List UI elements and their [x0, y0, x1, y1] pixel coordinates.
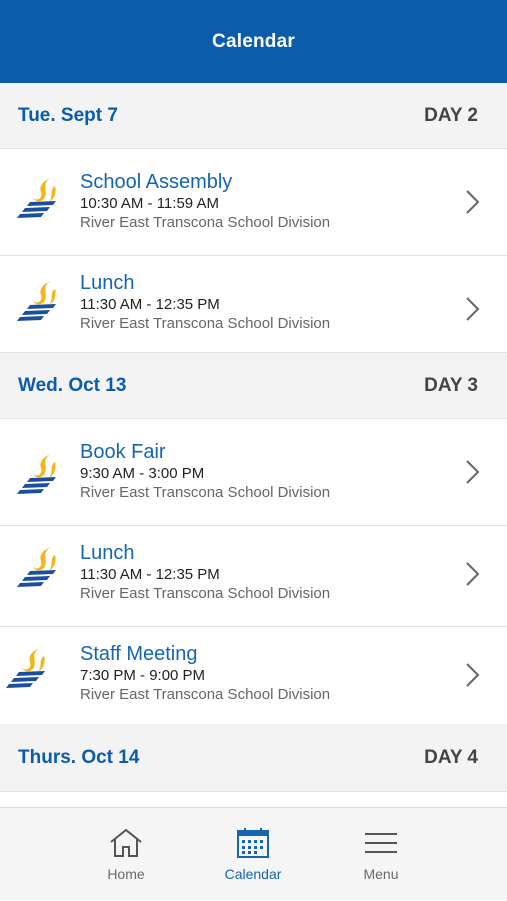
event-time: 11:30 AM - 12:35 PM	[80, 296, 220, 313]
chevron-right-icon	[466, 460, 480, 484]
event-title: Lunch	[80, 542, 135, 564]
event-details: Book Fair 9:30 AM - 3:00 PM River East T…	[80, 440, 330, 503]
chevron-right-icon	[466, 562, 480, 586]
school-division-logo-icon	[17, 178, 56, 218]
day-header: Wed. Oct 13 DAY 3	[0, 353, 507, 419]
tab-calendar-label: Calendar	[224, 866, 282, 882]
event-organization: River East Transcona School Division	[80, 585, 331, 602]
school-division-logo-icon	[6, 648, 45, 688]
tab-home-label: Home	[107, 866, 145, 882]
event-title: Book Fair	[80, 441, 166, 463]
day-number: DAY 3	[424, 375, 478, 396]
day-date: Wed. Oct 13	[18, 375, 127, 396]
day-date: Thurs. Oct 14	[18, 747, 140, 768]
event-title: School Assembly	[80, 171, 233, 193]
event-organization: River East Transcona School Division	[80, 686, 331, 703]
day-header: Thurs. Oct 14 DAY 4	[0, 724, 507, 792]
school-division-logo-icon	[17, 454, 56, 494]
event-time: 11:30 AM - 12:35 PM	[80, 566, 220, 583]
tab-menu-label: Menu	[363, 866, 399, 882]
event-details: Lunch 11:30 AM - 12:35 PM River East Tra…	[80, 541, 330, 604]
app-header: Calendar	[0, 0, 507, 83]
event-details: Staff Meeting 7:30 PM - 9:00 PM River Ea…	[80, 642, 330, 705]
home-icon	[110, 828, 142, 857]
event-row[interactable]: School Assembly 10:30 AM - 11:59 AM Rive…	[0, 149, 507, 256]
chevron-right-icon	[466, 297, 480, 321]
event-organization: River East Transcona School Division	[80, 214, 331, 231]
tab-menu[interactable]: Menu	[321, 808, 441, 901]
chevron-right-icon	[466, 190, 480, 214]
day-number: DAY 4	[424, 747, 478, 768]
event-time: 7:30 PM - 9:00 PM	[80, 667, 206, 684]
day-header: Tue. Sept 7 DAY 2	[0, 83, 507, 149]
event-time: 10:30 AM - 11:59 AM	[80, 195, 219, 212]
event-organization: River East Transcona School Division	[80, 315, 331, 332]
tab-home[interactable]: Home	[66, 808, 186, 901]
event-row[interactable]: Book Fair 9:30 AM - 3:00 PM River East T…	[0, 419, 507, 526]
tab-calendar[interactable]: Calendar	[193, 808, 313, 901]
event-time: 9:30 AM - 3:00 PM	[80, 465, 205, 482]
event-row[interactable]: Lunch 11:30 AM - 12:35 PM River East Tra…	[0, 526, 507, 627]
event-details: School Assembly 10:30 AM - 11:59 AM Rive…	[80, 170, 330, 233]
event-organization: River East Transcona School Division	[80, 484, 331, 501]
event-row[interactable]: Lunch 11:30 AM - 12:35 PM River East Tra…	[0, 256, 507, 353]
day-number: DAY 2	[424, 105, 478, 126]
calendar-icon	[237, 828, 269, 858]
day-date: Tue. Sept 7	[18, 105, 118, 126]
school-division-logo-icon	[17, 547, 56, 587]
school-division-logo-icon	[17, 281, 56, 321]
event-title: Staff Meeting	[80, 643, 198, 665]
event-title: Lunch	[80, 272, 135, 294]
page-title: Calendar	[212, 30, 295, 52]
event-details: Lunch 11:30 AM - 12:35 PM River East Tra…	[80, 271, 330, 334]
event-row[interactable]: Staff Meeting 7:30 PM - 9:00 PM River Ea…	[0, 627, 507, 724]
hamburger-menu-icon	[365, 833, 397, 853]
chevron-right-icon	[466, 663, 480, 687]
bottom-tab-bar: Home Calendar Menu	[0, 807, 507, 900]
